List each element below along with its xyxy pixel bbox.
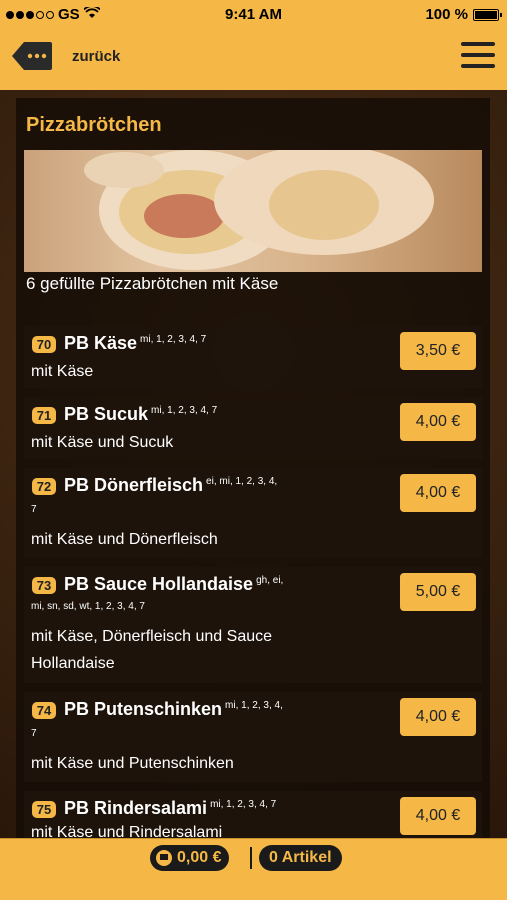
price-button[interactable]: 3,50 €	[400, 332, 476, 370]
item-name: PB Sucuk mi, 1, 2, 3, 4, 7	[64, 404, 217, 425]
item-number: 74	[32, 702, 56, 719]
item-number: 75	[32, 801, 56, 818]
item-description: mit Käse	[31, 363, 94, 380]
hamburger-menu-icon[interactable]	[461, 42, 495, 70]
item-name: PB Putenschinken mi, 1, 2, 3, 4,	[64, 699, 283, 720]
menu-item[interactable]: 74 PB Putenschinken mi, 1, 2, 3, 4, 7 mit…	[24, 692, 482, 782]
item-title: PB Putenschinken	[64, 699, 223, 719]
battery-icon	[473, 8, 502, 21]
menu-item[interactable]: 70 PB Käse mi, 1, 2, 3, 4, 7 mit Käse 3,5…	[24, 326, 482, 388]
item-description: mit Käse und Rindersalami	[31, 824, 223, 838]
menu-item[interactable]: 73 PB Sauce Hollandaise gh, ei, mi, sn, s…	[24, 567, 482, 683]
cart-footer: 0,00 € 0 Artikel	[0, 838, 507, 900]
item-allergens-cont: mi, sn, sd, wt, 1, 2, 3, 4, 7	[31, 601, 145, 612]
item-title: PB Käse	[64, 333, 138, 353]
item-description: mit Käse und Putenschinken	[31, 755, 234, 772]
category-title: Pizzabrötchen	[26, 114, 162, 136]
category-image	[24, 150, 482, 272]
category-description: 6 gefüllte Pizzabrötchen mit Käse	[26, 274, 279, 293]
price-button[interactable]: 4,00 €	[400, 474, 476, 512]
item-description: mit Käse und Dönerfleisch	[31, 531, 218, 548]
item-allergens-cont: 7	[31, 504, 37, 515]
nav-bar: zurück	[0, 28, 507, 90]
item-allergens: mi, 1, 2, 3, 4,	[225, 700, 283, 711]
item-allergens: mi, 1, 2, 3, 4, 7	[140, 334, 207, 345]
back-arrow-icon	[10, 40, 54, 72]
price-button[interactable]: 4,00 €	[400, 403, 476, 441]
item-name: PB Käse mi, 1, 2, 3, 4, 7	[64, 333, 206, 354]
price-button[interactable]: 4,00 €	[400, 797, 476, 835]
item-description: mit Käse und Sucuk	[31, 434, 174, 451]
item-number: 72	[32, 478, 56, 495]
menu-item[interactable]: 75 PB Rindersalami mi, 1, 2, 3, 4, 7 mit …	[24, 791, 482, 838]
item-title: PB Sucuk	[64, 404, 149, 424]
item-count: 0 Artikel	[269, 849, 332, 866]
price-button[interactable]: 4,00 €	[400, 698, 476, 736]
category-panel: Pizzabrötchen 6 gefüllte Pizzabrötchen m…	[16, 98, 490, 838]
menu-item[interactable]: 72 PB Dönerfleisch ei, mi, 1, 2, 3, 4, 7 …	[24, 468, 482, 558]
item-number: 70	[32, 336, 56, 353]
item-number: 71	[32, 407, 56, 424]
item-name: PB Dönerfleisch ei, mi, 1, 2, 3, 4,	[64, 475, 277, 496]
item-count-button[interactable]: 0 Artikel	[259, 845, 342, 871]
back-label: zurück	[72, 47, 121, 65]
battery-percent: 100 %	[425, 6, 468, 23]
item-number: 73	[32, 577, 56, 594]
item-title: PB Sauce Hollandaise	[64, 574, 254, 594]
price-button[interactable]: 5,00 €	[400, 573, 476, 611]
item-allergens: gh, ei,	[256, 575, 284, 586]
item-title: PB Dönerfleisch	[64, 475, 204, 495]
cart-icon	[156, 850, 172, 866]
status-bar: GS 9:41 AM 100 %	[0, 0, 507, 28]
item-description: mit Käse, Dönerfleisch und Sauce Holland…	[31, 628, 273, 672]
item-name: PB Rindersalami mi, 1, 2, 3, 4, 7	[64, 798, 276, 819]
item-title: PB Rindersalami	[64, 798, 208, 818]
item-allergens: mi, 1, 2, 3, 4, 7	[151, 405, 218, 416]
item-allergens-cont: 7	[31, 728, 37, 739]
item-name: PB Sauce Hollandaise gh, ei,	[64, 574, 283, 595]
cart-total-button[interactable]: 0,00 €	[150, 845, 230, 871]
menu-item[interactable]: 71 PB Sucuk mi, 1, 2, 3, 4, 7 mit Käse un…	[24, 397, 482, 459]
battery-status: 100 %	[425, 6, 502, 23]
item-allergens: mi, 1, 2, 3, 4, 7	[210, 799, 277, 810]
footer-divider	[250, 847, 252, 869]
content-area: Pizzabrötchen 6 gefüllte Pizzabrötchen m…	[0, 90, 507, 838]
cart-total: 0,00 €	[177, 849, 222, 866]
back-button[interactable]: zurück	[10, 40, 120, 72]
item-allergens: ei, mi, 1, 2, 3, 4,	[206, 476, 278, 487]
